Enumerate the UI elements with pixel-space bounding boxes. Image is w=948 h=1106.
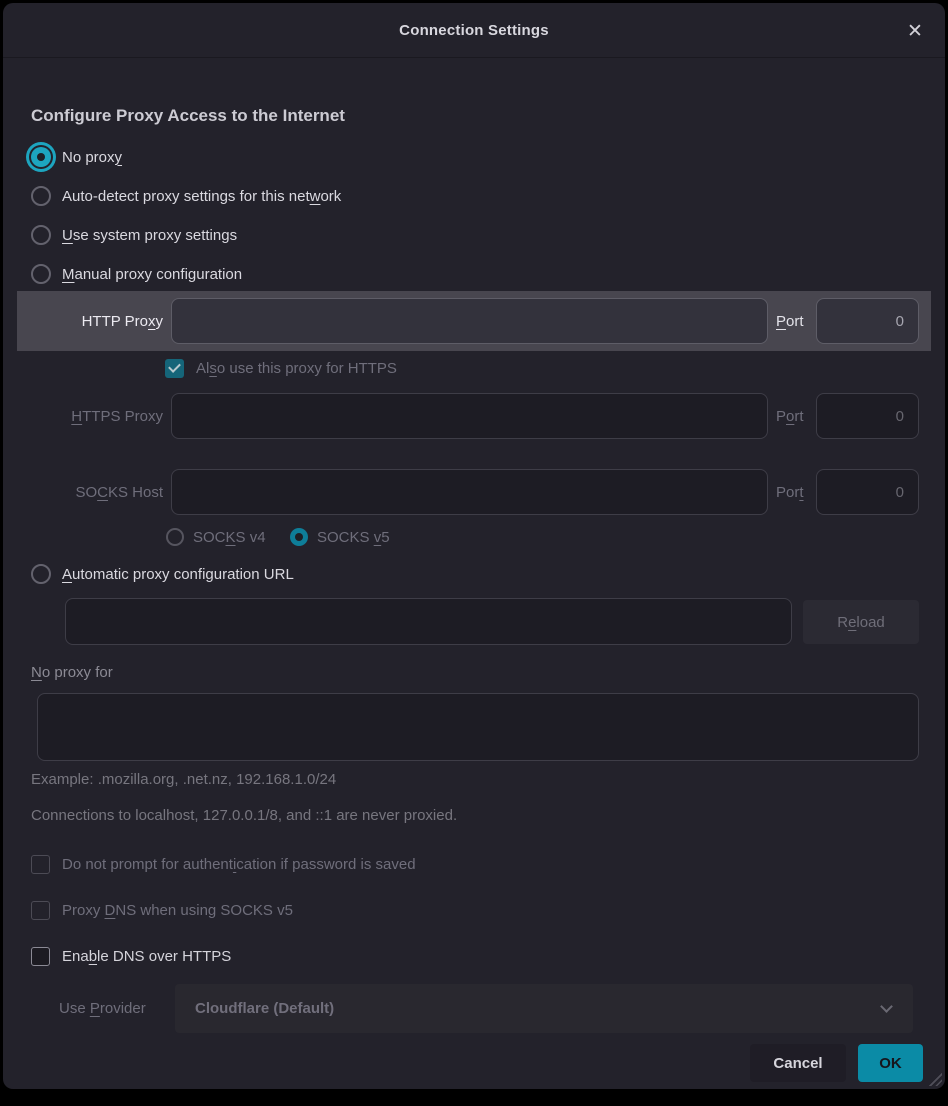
- close-icon[interactable]: ✕: [899, 15, 931, 47]
- radio-label-manual-config: Manual proxy configuration: [62, 266, 242, 283]
- reload-button[interactable]: Reload: [803, 600, 919, 644]
- checkbox-label-enable-doh: Enable DNS over HTTPS: [62, 948, 231, 965]
- ok-button[interactable]: OK: [858, 1044, 923, 1082]
- radio-row-system-proxy[interactable]: Use system proxy settings: [31, 225, 237, 245]
- dialog-titlebar: Connection Settings ✕: [3, 3, 945, 58]
- radio-auto-detect[interactable]: [31, 186, 51, 206]
- radio-system-proxy[interactable]: [31, 225, 51, 245]
- radio-row-manual-config[interactable]: Manual proxy configuration: [31, 264, 242, 284]
- radio-label-system-proxy: Use system proxy settings: [62, 227, 237, 244]
- radio-socks-v4[interactable]: [166, 528, 184, 546]
- doh-provider-select[interactable]: Cloudflare (Default): [175, 984, 913, 1033]
- radio-label-socks-v5: SOCKS v5: [317, 529, 390, 546]
- radio-manual-config[interactable]: [31, 264, 51, 284]
- checkbox-also-https[interactable]: [165, 359, 184, 378]
- checkbox-label-also-https: Also use this proxy for HTTPS: [196, 360, 397, 377]
- checkbox-row-also-https[interactable]: Also use this proxy for HTTPS: [165, 359, 397, 378]
- radio-label-socks-v4: SOCKS v4: [193, 529, 266, 546]
- checkbox-row-no-prompt-auth[interactable]: Do not prompt for authentication if pass…: [31, 855, 416, 874]
- use-provider-label: Use Provider: [59, 1000, 146, 1017]
- cancel-button[interactable]: Cancel: [750, 1044, 846, 1082]
- socks-host-label: SOCKS Host: [31, 484, 163, 501]
- radio-label-auto-url: Automatic proxy configuration URL: [62, 566, 294, 583]
- localhost-note-text: Connections to localhost, 127.0.0.1/8, a…: [31, 807, 457, 824]
- https-port-label: Port: [776, 408, 804, 425]
- connection-settings-dialog: Connection Settings ✕ Configure Proxy Ac…: [3, 3, 945, 1089]
- http-port-input[interactable]: [816, 298, 919, 344]
- no-proxy-example-text: Example: .mozilla.org, .net.nz, 192.168.…: [31, 771, 336, 788]
- radio-row-socks-v4[interactable]: SOCKS v4: [166, 528, 266, 546]
- doh-provider-value: Cloudflare (Default): [195, 1000, 334, 1017]
- socks-port-label: Port: [776, 484, 804, 501]
- radio-row-socks-v5[interactable]: SOCKS v5: [290, 528, 390, 546]
- checkbox-enable-doh[interactable]: [31, 947, 50, 966]
- dialog-title: Connection Settings: [399, 22, 549, 39]
- no-proxy-for-label: No proxy for: [31, 664, 113, 681]
- https-port-input[interactable]: [816, 393, 919, 439]
- radio-label-auto-detect: Auto-detect proxy settings for this netw…: [62, 188, 341, 205]
- radio-row-auto-detect[interactable]: Auto-detect proxy settings for this netw…: [31, 186, 341, 206]
- radio-socks-v5[interactable]: [290, 528, 308, 546]
- checkbox-proxy-dns-socks5[interactable]: [31, 901, 50, 920]
- page-heading: Configure Proxy Access to the Internet: [31, 106, 345, 126]
- radio-auto-url[interactable]: [31, 564, 51, 584]
- checkbox-label-proxy-dns-socks5: Proxy DNS when using SOCKS v5: [62, 902, 293, 919]
- checkbox-row-enable-doh[interactable]: Enable DNS over HTTPS: [31, 947, 231, 966]
- https-proxy-input[interactable]: [171, 393, 768, 439]
- no-proxy-for-textarea[interactable]: [37, 693, 919, 761]
- http-proxy-label: HTTP Proxy: [31, 313, 163, 330]
- auto-config-url-input[interactable]: [65, 598, 792, 645]
- http-port-label: Port: [776, 313, 804, 330]
- checkbox-label-no-prompt-auth: Do not prompt for authentication if pass…: [62, 856, 416, 873]
- resize-grip[interactable]: [927, 1071, 942, 1086]
- radio-no-proxy[interactable]: [31, 147, 51, 167]
- https-proxy-label: HTTPS Proxy: [31, 408, 163, 425]
- chevron-down-icon: [880, 1000, 893, 1013]
- radio-row-auto-url[interactable]: Automatic proxy configuration URL: [31, 564, 294, 584]
- checkbox-no-prompt-auth[interactable]: [31, 855, 50, 874]
- radio-label-no-proxy: No proxy: [62, 149, 122, 166]
- radio-row-no-proxy[interactable]: No proxy: [31, 147, 122, 167]
- checkbox-row-proxy-dns-socks5[interactable]: Proxy DNS when using SOCKS v5: [31, 901, 293, 920]
- http-proxy-input[interactable]: [171, 298, 768, 344]
- socks-port-input[interactable]: [816, 469, 919, 515]
- socks-host-input[interactable]: [171, 469, 768, 515]
